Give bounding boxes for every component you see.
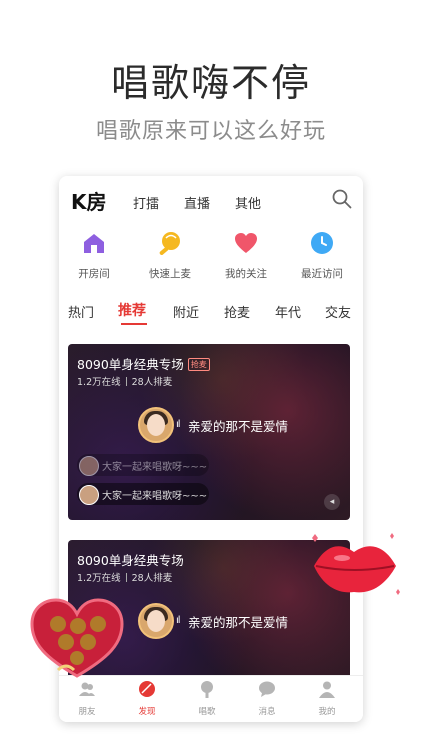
hero-subtitle: 唱歌原来可以这么好玩 (95, 119, 326, 144)
category-tab-hot[interactable]: 热门 (68, 302, 94, 321)
song-name: 亲爱的那不是爱情 (188, 615, 289, 630)
chat-bubble: 大家一起来唱歌呀~~~ (77, 483, 209, 505)
search-icon[interactable] (331, 188, 353, 210)
lips-sticker (312, 533, 400, 595)
bottom-tab-bar: 朋友 发现 唱歌 消息 我的 (59, 675, 363, 722)
chat-bubble: 大家一起来唱歌呀~~~ (77, 454, 209, 476)
tab-discover[interactable]: 发现 (122, 680, 172, 717)
tab-friends[interactable]: 朋友 (62, 680, 112, 717)
category-tab-social[interactable]: 交友 (325, 302, 351, 321)
singer-avatar[interactable] (138, 407, 174, 443)
chocolate-box-sticker (30, 598, 124, 678)
tab-live[interactable]: 直播 (184, 193, 210, 212)
room-badge: 抢麦 (187, 358, 210, 371)
audio-bars-icon: ıl (176, 615, 180, 626)
quick-action-following[interactable]: 我的关注 (211, 230, 281, 281)
category-tab-nearby[interactable]: 附近 (173, 302, 199, 321)
profile-icon (319, 681, 335, 698)
quick-action-label: 快速上麦 (149, 268, 191, 280)
quick-action-recent[interactable]: 最近访问 (287, 230, 357, 281)
microphone-icon (201, 681, 213, 698)
volume-icon[interactable]: ◂ (324, 494, 340, 510)
active-tab-indicator (121, 323, 147, 325)
clock-icon (311, 232, 333, 254)
tab-sing[interactable]: 唱歌 (182, 680, 232, 717)
tab-profile[interactable]: 我的 (302, 680, 352, 717)
room-title: 8090单身经典专场 抢麦 (77, 354, 210, 373)
category-tab-grab-mic[interactable]: 抢麦 (224, 302, 250, 321)
quick-action-label: 最近访问 (301, 268, 343, 280)
quick-action-label: 开房间 (78, 268, 110, 280)
song-name: 亲爱的那不是爱情 (188, 419, 289, 434)
room-stats: 1.2万在线 28人排麦 (77, 573, 173, 584)
friends-icon (79, 682, 95, 696)
discover-icon (139, 681, 155, 697)
quick-action-open-room[interactable]: 开房间 (59, 230, 129, 281)
quick-action-quick-mic[interactable]: 快速上麦 (135, 230, 205, 281)
microphone-icon (159, 232, 180, 255)
category-tab-era[interactable]: 年代 (275, 302, 301, 321)
message-icon (259, 681, 275, 697)
house-icon (84, 234, 104, 253)
top-bar: K房 打擂 直播 其他 (59, 176, 363, 222)
tab-k-room[interactable]: K房 (71, 186, 107, 215)
tab-other[interactable]: 其他 (235, 193, 261, 212)
room-title: 8090单身经典专场 (77, 553, 184, 568)
quick-action-label: 我的关注 (225, 268, 267, 280)
singer-avatar[interactable] (138, 603, 174, 639)
room-stats: 1.2万在线 28人排麦 (77, 377, 173, 388)
audio-bars-icon: ıl (176, 419, 180, 430)
heart-icon (235, 233, 257, 253)
hero-title: 唱歌嗨不停 (110, 61, 311, 105)
room-card[interactable]: 8090单身经典专场 抢麦 1.2万在线 28人排麦 ıl 亲爱的那不是爱情 大家一… (68, 344, 350, 520)
tab-messages[interactable]: 消息 (242, 680, 292, 717)
tab-challenge[interactable]: 打擂 (133, 193, 159, 212)
avatar (79, 456, 99, 476)
category-tab-recommended[interactable]: 推荐 (118, 300, 146, 320)
avatar (79, 485, 99, 505)
